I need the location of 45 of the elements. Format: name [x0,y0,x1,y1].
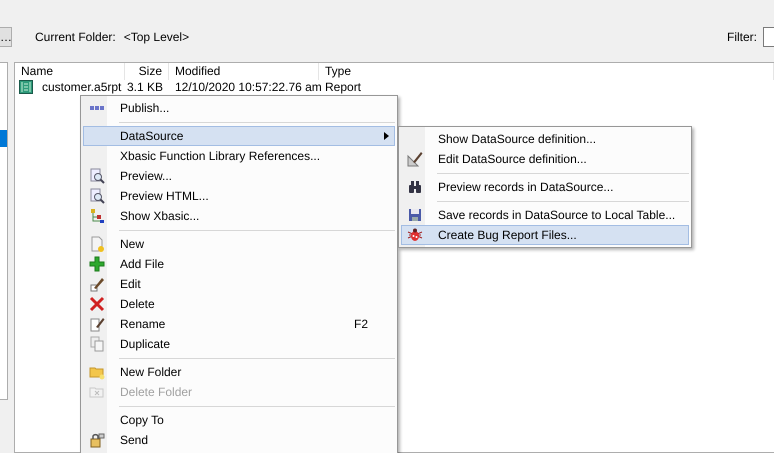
menu-item[interactable]: Rename F2 [83,314,395,334]
ruler-pencil-icon [407,151,423,167]
file-name[interactable]: customer.a5rpt [36,80,122,94]
file-modified: 12/10/2020 10:57:22.76 am [174,80,319,94]
menu-item[interactable]: New Folder [83,362,395,382]
browse-button[interactable]: … [0,27,12,47]
menu-item[interactable]: Duplicate [83,334,395,354]
menu-item[interactable]: Publish... [83,98,395,118]
menu-item[interactable]: Edit DataSource definition... [401,149,689,169]
menu-item[interactable]: Save records in DataSource to Local Table... [401,205,689,225]
plus-icon [89,256,105,272]
current-folder-label: Current Folder: [35,30,116,44]
binoculars-icon [407,179,423,195]
menu-item[interactable]: Delete [83,294,395,314]
menu-item[interactable]: Preview records in DataSource... [401,177,689,197]
column-header[interactable]: Modified [169,63,319,80]
magnifier-icon [89,188,105,204]
menu-item[interactable]: New [83,234,395,254]
menu-item[interactable]: Preview... [83,166,395,186]
menu-item[interactable]: Edit [83,274,395,294]
filter-label: Filter: [727,30,757,44]
column-header[interactable]: Size [125,63,169,80]
tree-icon [89,208,105,224]
pencil-icon [89,276,105,292]
menu-item[interactable]: Show DataSource definition... [401,129,689,149]
rename-icon [89,316,105,332]
magnifier-icon [89,168,105,184]
column-header[interactable]: Type [319,63,774,80]
file-type: Report [324,80,362,94]
copy-icon [89,336,105,352]
menu-item[interactable]: Send [83,430,395,450]
new-document-icon [89,236,105,252]
current-folder-value: <Top Level> [124,30,190,44]
menu-item[interactable]: Copy To [83,410,395,430]
menu-item[interactable]: Add File [83,254,395,274]
menu-item[interactable]: Create Bug Report Files... [401,225,689,245]
report-file-icon [19,80,33,94]
bug-icon [407,227,423,243]
menu-item[interactable]: Preview HTML... [83,186,395,206]
menu-item[interactable]: DataSource [83,126,395,146]
menu-item[interactable]: Xbasic Function Library References... [83,146,395,166]
delete-icon [89,296,105,312]
filter-field[interactable] [763,27,774,47]
file-size: 3.1 KB [126,80,164,94]
menu-item[interactable]: Show Xbasic... [83,206,395,226]
